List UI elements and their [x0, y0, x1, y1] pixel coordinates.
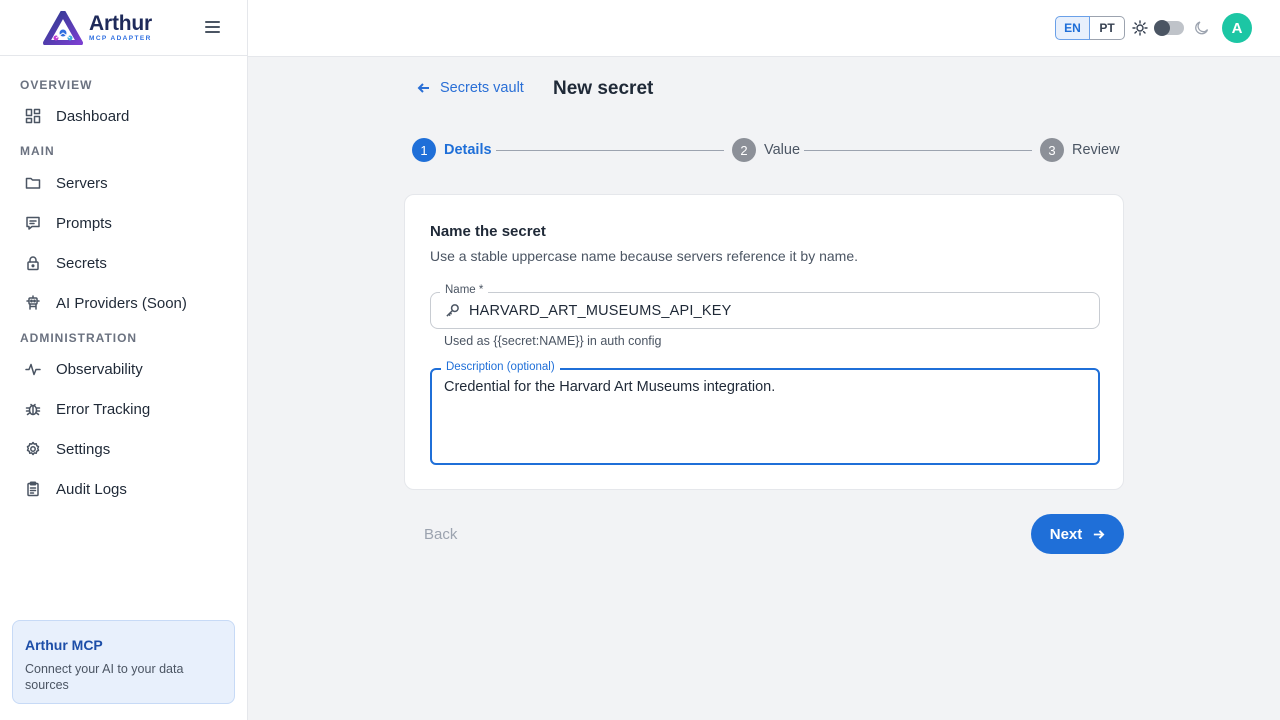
- top-bar: EN PT A: [248, 0, 1280, 57]
- robot-icon: [25, 295, 41, 311]
- activity-icon: [25, 361, 41, 377]
- secret-name-field[interactable]: Name * HARVARD_ART_MUSEUMS_API_KEY: [430, 284, 1100, 329]
- next-button-label: Next: [1049, 525, 1083, 543]
- sidebar-item-label: Settings: [56, 440, 111, 458]
- sidebar-item-label: Dashboard: [56, 107, 130, 125]
- sun-icon: [1132, 20, 1148, 36]
- sidebar-item-label: Error Tracking: [56, 400, 151, 418]
- sidebar-item-error-tracking[interactable]: Error Tracking: [0, 389, 247, 429]
- page-title: New secret: [553, 78, 654, 99]
- sidebar-item-label: Secrets: [56, 254, 107, 272]
- gear-icon: [25, 441, 41, 457]
- step-review[interactable]: 3 Review: [1040, 138, 1120, 162]
- step-number: 3: [1040, 138, 1064, 162]
- clipboard-icon: [25, 481, 41, 497]
- sidebar-item-settings[interactable]: Settings: [0, 429, 247, 469]
- stepper: 1 Details 2 Value 3 Review: [412, 138, 1120, 162]
- lock-icon: [25, 255, 41, 271]
- brand-header: Arthur MCP ADAPTER: [0, 0, 247, 56]
- step-label: Review: [1072, 142, 1120, 158]
- theme-toggle[interactable]: [1154, 20, 1184, 36]
- sidebar-item-audit-logs[interactable]: Audit Logs: [0, 469, 247, 509]
- sidebar-item-label: Observability: [56, 360, 143, 378]
- promo-title: Arthur MCP: [25, 637, 103, 653]
- language-switcher: EN PT: [1055, 16, 1125, 40]
- moon-icon: [1195, 21, 1209, 35]
- back-link-label: Secrets vault: [440, 80, 524, 96]
- step-label: Details: [444, 142, 492, 158]
- folder-icon: [25, 175, 41, 191]
- arrow-left-icon: [417, 83, 429, 93]
- name-field-value: HARVARD_ART_MUSEUMS_API_KEY: [469, 302, 732, 319]
- promo-text: Connect your AI to your data sources: [25, 662, 184, 692]
- card-title: Name the secret: [430, 223, 546, 240]
- nav-section-overview: OVERVIEW: [20, 78, 93, 92]
- step-number: 2: [732, 138, 756, 162]
- sidebar-item-observability[interactable]: Observability: [0, 349, 247, 389]
- sidebar: Arthur MCP ADAPTER OVERVIEW Dashboard MA…: [0, 0, 248, 720]
- back-to-secrets-vault-link[interactable]: Secrets vault: [417, 80, 524, 96]
- step-connector: [496, 150, 724, 151]
- sidebar-item-dashboard[interactable]: Dashboard: [0, 96, 247, 136]
- secret-details-card: Name the secret Use a stable uppercase n…: [404, 194, 1124, 490]
- dashboard-icon: [25, 108, 41, 124]
- sidebar-item-servers[interactable]: Servers: [0, 163, 247, 203]
- arthur-logo-icon: [43, 10, 83, 45]
- name-helper-text: Used as {{secret:NAME}} in auth config: [444, 334, 662, 348]
- brand-name: Arthur: [89, 11, 152, 35]
- avatar[interactable]: A: [1222, 13, 1252, 43]
- chat-icon: [25, 215, 41, 231]
- promo-card: Arthur MCP Connect your AI to your data …: [12, 620, 235, 704]
- step-number: 1: [412, 138, 436, 162]
- sidebar-item-label: Servers: [56, 174, 108, 192]
- language-en-button[interactable]: EN: [1055, 16, 1090, 40]
- arrow-right-icon: [1094, 529, 1105, 539]
- language-pt-button[interactable]: PT: [1090, 16, 1125, 40]
- next-button[interactable]: Next: [1031, 514, 1124, 554]
- nav-section-administration: ADMINISTRATION: [20, 331, 138, 345]
- step-details[interactable]: 1 Details: [412, 138, 492, 162]
- step-value[interactable]: 2 Value: [732, 138, 800, 162]
- name-field-label: Name *: [440, 284, 489, 296]
- sidebar-item-ai-providers[interactable]: AI Providers (Soon): [0, 283, 247, 323]
- description-value: Credential for the Harvard Art Museums i…: [444, 379, 776, 395]
- bug-icon: [25, 401, 41, 417]
- card-subtitle: Use a stable uppercase name because serv…: [430, 248, 859, 264]
- sidebar-item-label: Prompts: [56, 214, 112, 232]
- sidebar-item-prompts[interactable]: Prompts: [0, 203, 247, 243]
- sidebar-item-secrets[interactable]: Secrets: [0, 243, 247, 283]
- step-label: Value: [764, 142, 801, 158]
- description-textarea[interactable]: Description (optional) Credential for th…: [430, 361, 1100, 465]
- step-connector: [804, 150, 1032, 151]
- key-icon: [446, 304, 459, 317]
- back-button[interactable]: Back: [424, 526, 457, 543]
- description-field-label: Description (optional): [441, 361, 560, 373]
- brand-subtitle: MCP ADAPTER: [89, 34, 152, 42]
- hamburger-menu-icon[interactable]: [205, 21, 220, 34]
- sidebar-item-label: AI Providers (Soon): [56, 294, 187, 312]
- nav-section-main: MAIN: [20, 144, 55, 158]
- sidebar-item-label: Audit Logs: [56, 480, 127, 498]
